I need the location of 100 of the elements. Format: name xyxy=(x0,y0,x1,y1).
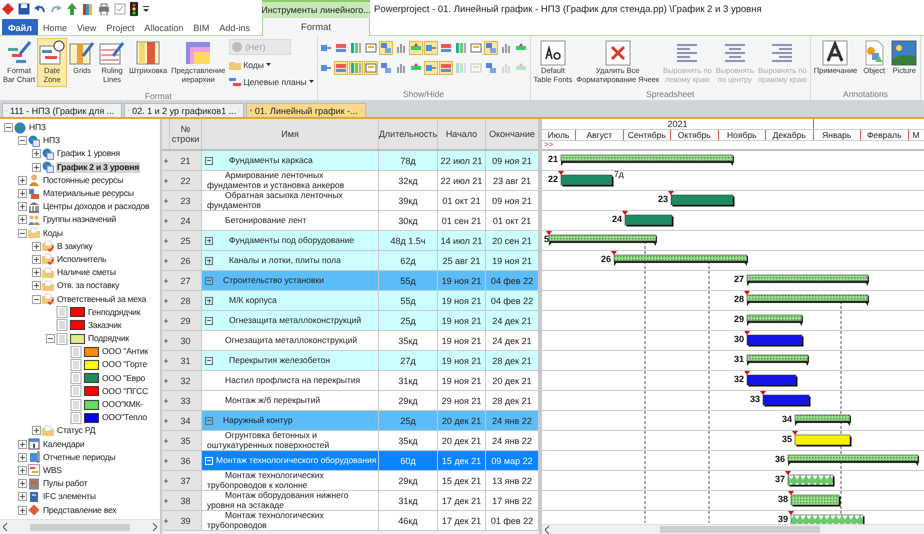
expand-toggle[interactable] xyxy=(18,506,26,515)
toggle-button[interactable] xyxy=(378,61,393,75)
expand-toggle[interactable] xyxy=(205,256,213,264)
task-bar[interactable] xyxy=(670,194,734,206)
toggle-button[interactable] xyxy=(454,41,468,55)
expand-toggle[interactable] xyxy=(18,479,26,488)
tree-item[interactable]: Отв. за поставку xyxy=(56,280,120,292)
row-marker[interactable]: + xyxy=(162,351,170,370)
expand-toggle[interactable] xyxy=(205,156,213,164)
toggle-button[interactable] xyxy=(468,41,483,55)
tree-item[interactable]: Отчетные периоды xyxy=(42,452,116,463)
toggle-button[interactable] xyxy=(364,41,378,55)
summary-bar[interactable] xyxy=(746,314,803,326)
tree-item[interactable]: Группы назначений xyxy=(42,214,118,226)
tree-item[interactable]: WBS xyxy=(42,464,63,476)
expand-toggle[interactable] xyxy=(205,416,213,424)
toggle-button[interactable] xyxy=(424,41,438,55)
tree-item[interactable]: График 1 уровня xyxy=(56,148,121,160)
expand-toggle[interactable] xyxy=(32,242,40,251)
row-marker[interactable]: + xyxy=(162,211,170,230)
tree-item[interactable]: Статус РД xyxy=(56,425,96,436)
tree-item[interactable]: ООО"КМК- xyxy=(101,399,144,410)
document-tab[interactable]: 111 - НПЗ (График для ... xyxy=(2,103,122,117)
traffic-light-icon[interactable] xyxy=(130,2,138,16)
tree-item[interactable]: Пулы работ xyxy=(42,478,88,490)
expand-toggle[interactable] xyxy=(18,440,26,449)
menu-button[interactable]: Целевые планы xyxy=(229,75,314,89)
expand-toggle[interactable] xyxy=(46,334,54,344)
tree-item[interactable]: График 2 и 3 уровня xyxy=(56,162,140,173)
scroll-right-icon[interactable] xyxy=(152,523,157,531)
ribbon-tab[interactable]: BIM xyxy=(188,19,214,35)
summary-bar[interactable] xyxy=(746,274,869,286)
expand-toggle[interactable] xyxy=(32,426,40,436)
expand-toggle[interactable] xyxy=(205,276,213,284)
expand-toggle[interactable] xyxy=(32,149,40,158)
expand-toggle[interactable] xyxy=(32,162,40,172)
checklist-icon[interactable] xyxy=(114,3,126,15)
tree-item[interactable]: Материальные ресурсы xyxy=(42,188,135,200)
row-marker[interactable]: + xyxy=(162,191,170,210)
column-header[interactable]: Начало xyxy=(438,119,486,149)
ribbon-tab[interactable]: Project xyxy=(101,19,140,35)
toggle-button[interactable] xyxy=(334,61,348,75)
print-icon[interactable] xyxy=(98,3,110,15)
customize-caret-icon[interactable] xyxy=(142,5,150,13)
expand-toggle[interactable] xyxy=(18,215,26,224)
row-marker[interactable]: + xyxy=(162,291,170,310)
scrollbar-thumb[interactable] xyxy=(660,526,820,533)
scrollbar-thumb[interactable] xyxy=(30,524,130,530)
tree-item[interactable]: Подрядчик xyxy=(87,333,130,344)
toggle-button[interactable] xyxy=(484,41,498,55)
file-tab[interactable]: Файл xyxy=(2,19,38,35)
task-bar[interactable] xyxy=(762,394,810,406)
menu-button[interactable]: Коды xyxy=(229,58,314,72)
tree-item[interactable]: Календари xyxy=(42,438,86,450)
save-icon[interactable] xyxy=(18,3,30,15)
tree-item[interactable]: ООО "Антик xyxy=(101,346,149,358)
column-header[interactable]: № строки xyxy=(170,119,202,149)
summary-bar[interactable] xyxy=(788,454,919,466)
row-marker[interactable]: + xyxy=(162,451,170,470)
task-bar[interactable] xyxy=(560,174,614,186)
toggle-button[interactable] xyxy=(364,61,378,75)
expand-toggle[interactable] xyxy=(32,281,40,290)
row-marker[interactable]: + xyxy=(162,271,170,290)
row-marker[interactable]: + xyxy=(162,411,170,430)
toggle-button[interactable] xyxy=(424,61,438,75)
expand-toggle[interactable] xyxy=(32,294,40,304)
tree-item[interactable]: ООО "ПГСС xyxy=(101,386,150,397)
expand-toggle[interactable] xyxy=(32,254,40,264)
expand-toggle[interactable] xyxy=(205,316,213,324)
expand-toggle[interactable] xyxy=(205,296,213,304)
tree-item[interactable]: ООО "Горте xyxy=(101,359,148,370)
row-marker[interactable]: + xyxy=(162,151,170,170)
tree-item[interactable]: НПЗ xyxy=(42,135,61,146)
expand-toggle[interactable] xyxy=(32,268,40,278)
task-bar[interactable] xyxy=(746,334,804,346)
arrow-up-icon[interactable] xyxy=(66,3,78,15)
expand-toggle[interactable] xyxy=(205,236,213,244)
expand-toggle[interactable] xyxy=(18,466,26,475)
tree-item[interactable]: Генподрядчик xyxy=(87,306,142,318)
row-marker[interactable]: + xyxy=(162,471,170,490)
tree-item[interactable]: IFC элементы xyxy=(42,491,97,502)
toggle-button[interactable] xyxy=(334,41,348,55)
row-marker[interactable]: + xyxy=(162,431,170,450)
row-marker[interactable]: + xyxy=(162,491,170,510)
scroll-left-icon[interactable] xyxy=(545,526,550,534)
undo-icon[interactable] xyxy=(34,3,46,15)
tree-item[interactable]: Центры доходов и расходов xyxy=(42,201,150,212)
expand-toggle[interactable] xyxy=(4,123,12,132)
app-logo-icon[interactable] xyxy=(2,3,14,15)
summary-bar[interactable] xyxy=(746,294,869,306)
tree-item[interactable]: Постоянные ресурсы xyxy=(42,174,124,186)
toggle-button[interactable] xyxy=(348,61,363,75)
expand-toggle[interactable] xyxy=(18,176,26,185)
summary-bar[interactable] xyxy=(746,354,809,366)
expand-toggle[interactable] xyxy=(18,136,26,146)
tree-item[interactable]: Ответственный за меха xyxy=(56,294,148,305)
tree-item[interactable]: НПЗ xyxy=(28,122,47,134)
expand-toggle[interactable] xyxy=(205,356,213,364)
tree-item[interactable]: Исполнитель xyxy=(56,254,108,265)
row-marker[interactable]: + xyxy=(162,511,170,530)
